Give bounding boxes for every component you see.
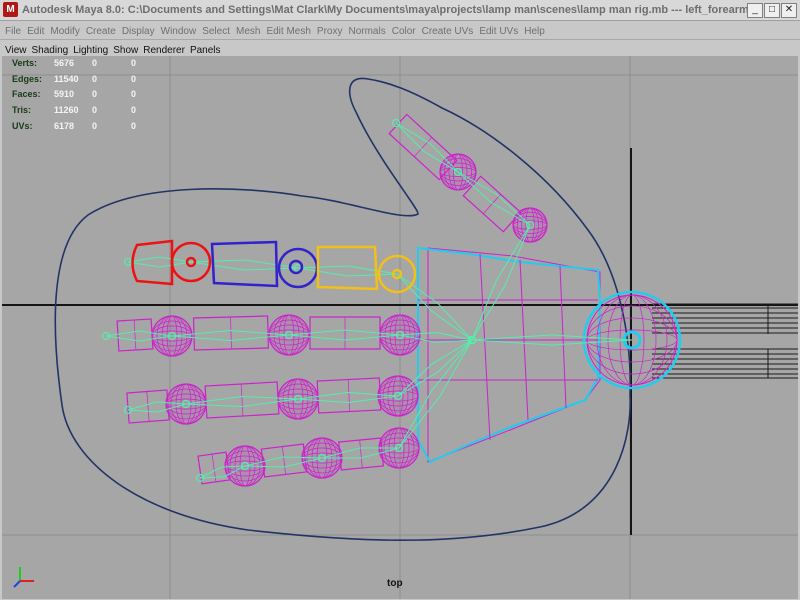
hud-label: UVs: bbox=[12, 120, 33, 131]
palm-mesh[interactable] bbox=[417, 246, 602, 464]
bone bbox=[127, 256, 192, 268]
hud-row-edges: Edges: 11540 0 0 bbox=[12, 74, 142, 90]
menu-create-uvs[interactable]: Create UVs bbox=[422, 24, 474, 40]
hud-value: 0 bbox=[131, 120, 137, 131]
hud-value: 0 bbox=[92, 105, 98, 116]
index-ctrl-red bbox=[131, 239, 174, 286]
minimize-button[interactable]: _ bbox=[747, 3, 763, 18]
menu-color[interactable]: Color bbox=[392, 24, 416, 40]
camera-name-label: top bbox=[387, 578, 403, 589]
scene-canvas[interactable] bbox=[2, 56, 798, 599]
hud-value: 0 bbox=[92, 89, 98, 100]
maximize-button[interactable]: □ bbox=[764, 3, 780, 18]
menu-window[interactable]: Window bbox=[161, 24, 197, 40]
hud-row-uvs: UVs: 6178 0 0 bbox=[12, 121, 142, 137]
segment-edge bbox=[413, 137, 433, 157]
hud-label: Verts: bbox=[12, 58, 38, 68]
hud-row-tris: Tris: 11260 0 0 bbox=[12, 105, 142, 121]
menu-help[interactable]: Help bbox=[524, 24, 545, 40]
hud-value: 5676 bbox=[54, 58, 75, 68]
menu-edit-mesh[interactable]: Edit Mesh bbox=[266, 24, 310, 40]
panel-menu-bar: View Shading Lighting Show Renderer Panels bbox=[0, 39, 800, 56]
poly-count-hud: Verts: 5676 0 0 Edges: 11540 0 0 Faces: … bbox=[12, 58, 142, 136]
segment-edge bbox=[347, 379, 351, 412]
hud-value: 0 bbox=[92, 120, 98, 131]
top-viewport[interactable] bbox=[2, 56, 798, 599]
finger-segment[interactable] bbox=[126, 389, 170, 424]
menu-proxy[interactable]: Proxy bbox=[317, 24, 343, 40]
hud-value: 0 bbox=[131, 73, 137, 84]
hud-value: 5910 bbox=[54, 89, 75, 100]
hud-label: Edges: bbox=[12, 73, 43, 84]
hud-value: 0 bbox=[131, 89, 137, 100]
menu-edit[interactable]: Edit bbox=[27, 24, 44, 40]
finger-segment[interactable] bbox=[309, 316, 381, 350]
menu-normals[interactable]: Normals bbox=[348, 24, 385, 40]
index-ctrl-blue bbox=[210, 240, 279, 288]
menu-file[interactable]: File bbox=[5, 24, 21, 40]
hand-outline-curve[interactable] bbox=[54, 77, 631, 541]
hud-label: Tris: bbox=[12, 105, 32, 116]
index-ctrl-yellow bbox=[316, 245, 379, 291]
hud-row-faces: Faces: 5910 0 0 bbox=[12, 89, 142, 105]
menu-modify[interactable]: Modify bbox=[50, 24, 79, 40]
hud-label: Faces: bbox=[12, 89, 41, 100]
finger-segment[interactable] bbox=[116, 318, 154, 352]
maya-logo-icon: M bbox=[3, 2, 18, 17]
hud-value: 11260 bbox=[54, 105, 79, 116]
hud-value: 11540 bbox=[54, 73, 79, 84]
menu-create[interactable]: Create bbox=[86, 24, 116, 40]
view-axis-icon bbox=[13, 567, 34, 588]
hud-value: 0 bbox=[92, 73, 98, 84]
bone bbox=[297, 265, 398, 277]
menu-edit-uvs[interactable]: Edit UVs bbox=[479, 24, 518, 40]
hud-value: 0 bbox=[131, 105, 137, 116]
menu-mesh[interactable]: Mesh bbox=[236, 24, 260, 40]
window-title: Autodesk Maya 8.0: C:\Documents and Sett… bbox=[22, 4, 752, 16]
hud-value: 0 bbox=[92, 58, 98, 68]
main-menu-bar: File Edit Modify Create Display Window Select M… bbox=[0, 21, 800, 37]
menu-display[interactable]: Display bbox=[122, 24, 155, 40]
close-button[interactable]: ✕ bbox=[781, 3, 797, 18]
segment-edge bbox=[359, 440, 363, 468]
hud-row-verts: Verts: 5676 0 0 bbox=[12, 58, 142, 74]
segment-edge bbox=[230, 316, 232, 350]
segment-edge bbox=[281, 446, 287, 475]
hud-value: 0 bbox=[131, 58, 137, 68]
hud-value: 6178 bbox=[54, 120, 75, 131]
segment-edge bbox=[240, 384, 244, 416]
segment-edge bbox=[133, 320, 137, 350]
bone bbox=[190, 259, 299, 271]
segment-edge bbox=[146, 391, 150, 422]
menu-select[interactable]: Select bbox=[202, 24, 230, 40]
title-bar: M Autodesk Maya 8.0: C:\Documents and Se… bbox=[0, 0, 800, 21]
index-finger-controls[interactable] bbox=[131, 239, 417, 294]
